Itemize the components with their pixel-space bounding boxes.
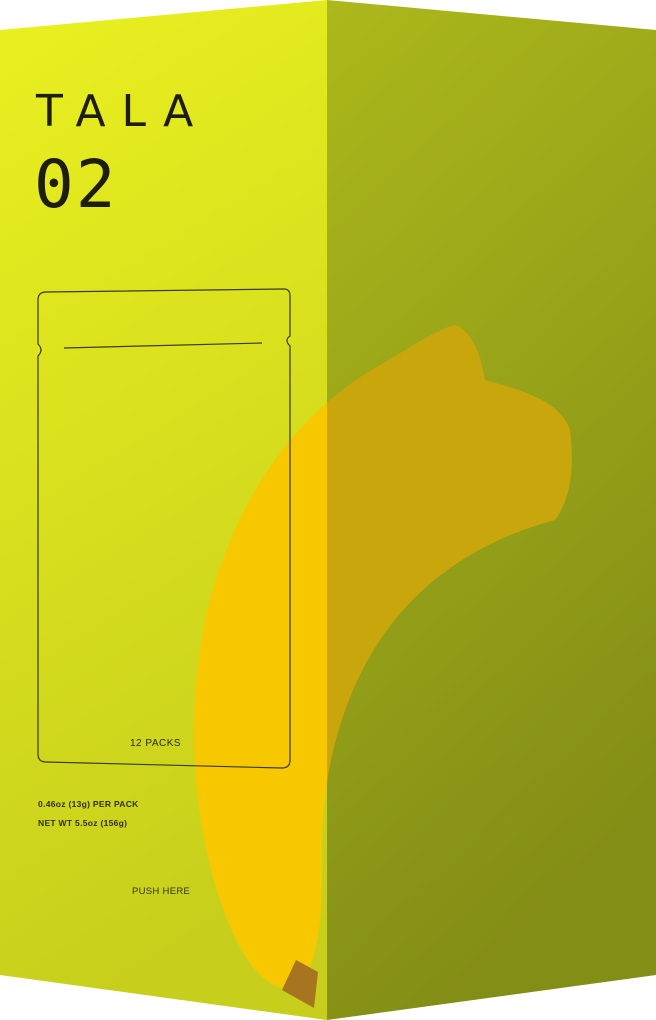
push-here-label: PUSH HERE <box>132 886 191 897</box>
net-weight: NET WT 5.5oz (156g) <box>38 818 128 828</box>
product-box-scene: TALA 02 12 PACKS 0.46oz (13g) PER PACK N… <box>0 0 656 1020</box>
per-pack-weight: 0.46oz (13g) PER PACK <box>38 799 139 809</box>
product-number: 02 <box>34 146 118 223</box>
packs-count-label: 12 PACKS <box>130 738 182 749</box>
brand-name: TALA <box>36 86 210 137</box>
